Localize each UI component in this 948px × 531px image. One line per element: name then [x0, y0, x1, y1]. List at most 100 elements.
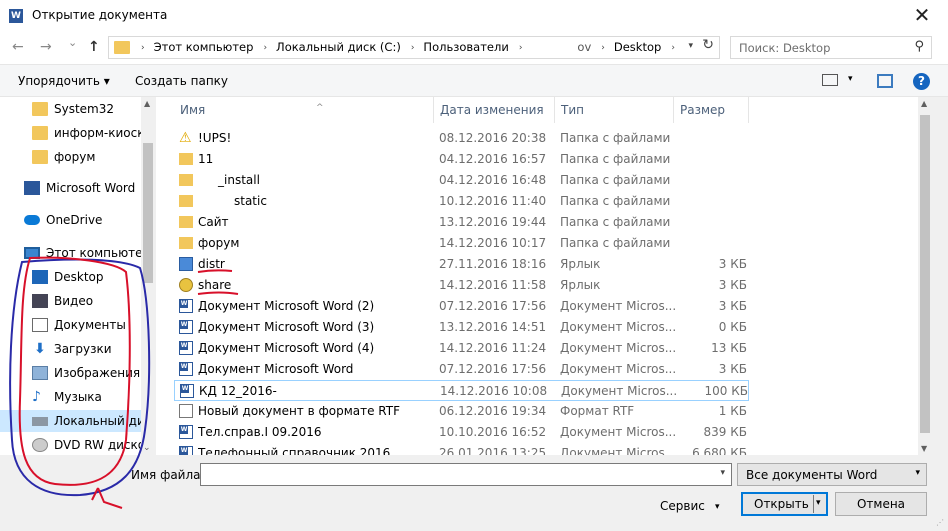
file-date: 27.11.2016 18:16	[439, 257, 547, 271]
scroll-up-icon[interactable]: ▲	[144, 99, 150, 108]
view-options-icon[interactable]	[822, 74, 838, 86]
file-size: 6 680 КБ	[692, 446, 747, 455]
sidebar-item-documents[interactable]: Документы	[32, 314, 126, 336]
word-doc-icon	[179, 320, 193, 334]
column-header-size[interactable]: Размер	[674, 97, 749, 123]
file-date: 14.12.2016 11:24	[439, 341, 547, 355]
filename-field[interactable]: ▾	[200, 463, 732, 486]
file-date: 04.12.2016 16:57	[439, 152, 547, 166]
sidebar-item-onedrive[interactable]: OneDrive	[24, 209, 102, 231]
sidebar-item-label: Загрузки	[54, 342, 112, 356]
table-row[interactable]: Сайт 13.12.2016 19:44 Папка с файлами	[174, 212, 749, 233]
chevron-down-icon[interactable]: ⌄	[143, 443, 151, 453]
table-row[interactable]: Документ Microsoft Word (4) 14.12.2016 1…	[174, 338, 749, 359]
breadcrumb-item[interactable]: Desktop	[614, 40, 667, 56]
sidebar-item-this-pc[interactable]: Этот компьютер	[24, 242, 150, 264]
file-type: Документ Micros...	[561, 384, 678, 398]
search-icon[interactable]: ⚲	[914, 39, 924, 54]
sidebar-item-microsoft-word[interactable]: Microsoft Word	[24, 177, 135, 199]
breadcrumb-item[interactable]: Пользователи	[423, 40, 514, 56]
table-row[interactable]: share 14.12.2016 11:58 Ярлык 3 КБ	[174, 275, 749, 296]
chevron-down-icon[interactable]: ▾	[816, 498, 821, 508]
file-type: Документ Micros...	[560, 299, 677, 313]
close-icon[interactable]: ✕	[910, 3, 934, 27]
table-row[interactable]: Новый документ в формате RTF 06.12.2016 …	[174, 401, 749, 422]
cancel-button[interactable]: Отмена	[835, 492, 927, 516]
column-header-type[interactable]: Тип	[555, 97, 674, 123]
column-header-date[interactable]: Дата изменения	[434, 97, 555, 123]
table-row[interactable]: _install 04.12.2016 16:48 Папка с файлам…	[174, 170, 749, 191]
open-button[interactable]: Открыть ▾	[741, 492, 828, 516]
table-row[interactable]: КД 12_2016- 14.12.2016 10:08 Документ Mi…	[174, 380, 749, 401]
table-row[interactable]: 11 04.12.2016 16:57 Папка с файлами	[174, 149, 749, 170]
scrollbar-thumb[interactable]	[920, 115, 930, 433]
dvd-icon	[32, 438, 48, 452]
sidebar-item-system32[interactable]: System32	[32, 98, 114, 120]
search-placeholder: Поиск: Desktop	[739, 41, 831, 55]
file-date: 26.01.2016 13:25	[439, 446, 547, 455]
scrollbar-thumb[interactable]	[143, 143, 153, 283]
chevron-down-icon[interactable]: ▾	[720, 468, 725, 478]
sidebar-item-local-disk[interactable]: Локальный дис	[0, 410, 151, 432]
scroll-down-icon[interactable]: ▼	[921, 444, 927, 453]
file-date: 14.12.2016 10:17	[439, 236, 547, 250]
search-input[interactable]: Поиск: Desktop ⚲	[730, 36, 932, 59]
table-row[interactable]: Документ Microsoft Word (3) 13.12.2016 1…	[174, 317, 749, 338]
breadcrumb-item[interactable]: Этот компьютер	[154, 40, 260, 56]
sidebar-scrollbar[interactable]: ▲ ⌄	[141, 97, 155, 455]
sidebar-item-forum[interactable]: форум	[32, 146, 95, 168]
video-icon	[32, 294, 48, 308]
tools-button[interactable]: Сервис	[660, 499, 705, 513]
sidebar-item-music[interactable]: ♪ Музыка	[32, 386, 102, 408]
chevron-down-icon[interactable]: ▾	[715, 502, 720, 512]
address-bar[interactable]: › Этот компьютер › Локальный диск (C:) ›…	[108, 36, 720, 59]
file-type-filter[interactable]: Все документы Word ▾	[737, 463, 927, 486]
breadcrumb-item[interactable]: Локальный диск (C:)	[276, 40, 407, 56]
file-size: 3 КБ	[718, 257, 747, 271]
breadcrumb-item[interactable]: ov	[531, 40, 597, 56]
chevron-down-icon[interactable]: ▾	[688, 41, 693, 51]
scroll-up-icon[interactable]: ▲	[921, 99, 927, 108]
filter-selected-value: Все документы Word	[746, 468, 878, 482]
help-icon[interactable]: ?	[913, 73, 930, 90]
table-row[interactable]: форум 14.12.2016 10:17 Папка с файлами	[174, 233, 749, 254]
sidebar-item-dvd-drive[interactable]: DVD RW дисков	[32, 434, 152, 455]
resize-grip-icon[interactable]: ⋰	[936, 518, 944, 527]
warning-folder-icon: ⚠	[179, 130, 192, 146]
chevron-right-icon[interactable]: ›	[667, 40, 684, 56]
chevron-right-icon[interactable]: ›	[597, 40, 614, 56]
up-arrow-icon[interactable]: ↑	[88, 39, 100, 55]
sidebar-item-video[interactable]: Видео	[32, 290, 93, 312]
refresh-icon[interactable]: ↻	[702, 37, 714, 53]
file-name: Тел.справ.I 09.2016	[198, 425, 322, 439]
forward-arrow-icon[interactable]: →	[40, 39, 52, 55]
file-type: Папка с файлами	[560, 236, 671, 250]
table-row[interactable]: Документ Microsoft Word 07.12.2016 17:56…	[174, 359, 749, 380]
table-row[interactable]: Документ Microsoft Word (2) 07.12.2016 1…	[174, 296, 749, 317]
table-row[interactable]: Тел.справ.I 09.2016 10.10.2016 16:52 Док…	[174, 422, 749, 443]
table-row[interactable]: Телефонный справочник 2016 26.01.2016 13…	[174, 443, 749, 455]
table-row[interactable]: static 10.12.2016 11:40 Папка с файлами	[174, 191, 749, 212]
chevron-right-icon[interactable]: ›	[259, 40, 276, 56]
sidebar-item-desktop[interactable]: Desktop	[32, 266, 104, 288]
table-row[interactable]: distr 27.11.2016 18:16 Ярлык 3 КБ	[174, 254, 749, 275]
sidebar-item-pictures[interactable]: Изображения	[32, 362, 140, 384]
new-folder-button[interactable]: Создать папку	[135, 74, 228, 88]
sidebar-item-inform-kiosk[interactable]: информ-киоск	[32, 122, 144, 144]
column-header-name[interactable]: ^ Имя	[174, 97, 434, 123]
chevron-right-icon[interactable]: ›	[407, 40, 424, 56]
back-arrow-icon[interactable]: ←	[12, 39, 24, 55]
sidebar-item-label: Музыка	[54, 390, 102, 404]
sidebar-item-downloads[interactable]: ⬇ Загрузки	[32, 338, 112, 360]
file-name: Документ Microsoft Word (2)	[198, 299, 375, 313]
downloads-icon: ⬇	[34, 341, 46, 357]
chevron-down-icon: ▾	[915, 468, 920, 478]
file-list-scrollbar[interactable]: ▲ ▼	[918, 97, 932, 455]
chevron-right-icon[interactable]: ›	[515, 40, 532, 56]
chevron-down-icon[interactable]: ▾	[848, 74, 853, 84]
table-row[interactable]: ⚠ !UPS! 08.12.2016 20:38 Папка с файлами	[174, 128, 749, 149]
chevron-right-icon: ›	[141, 43, 145, 53]
organize-button[interactable]: Упорядочить ▾	[18, 74, 110, 88]
preview-pane-icon[interactable]	[877, 74, 893, 88]
recent-locations-icon[interactable]: ⌄	[68, 36, 77, 49]
